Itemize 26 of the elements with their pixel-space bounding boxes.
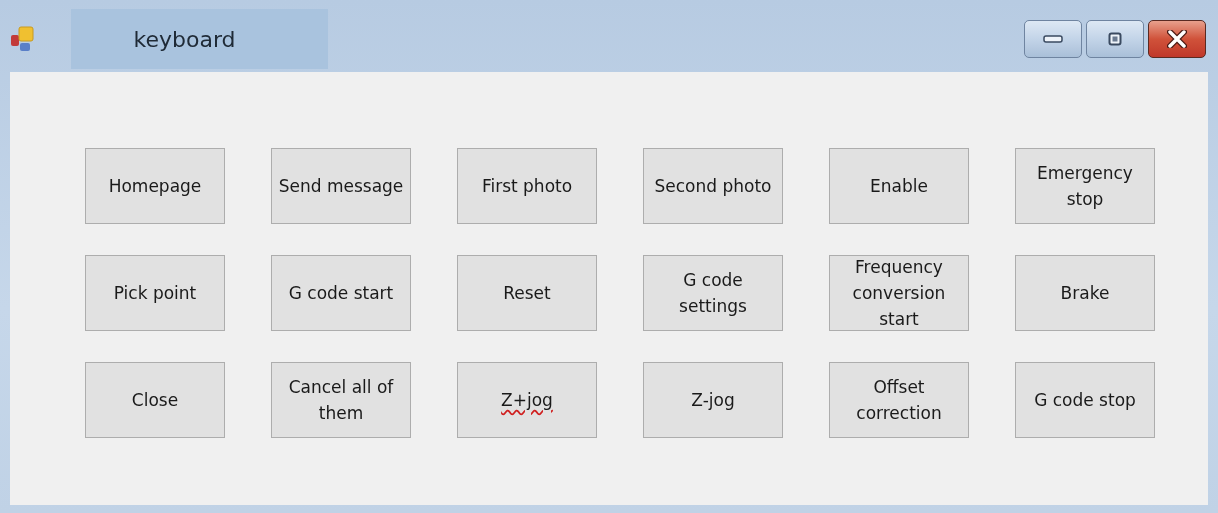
close-button[interactable] xyxy=(1148,20,1206,58)
keyboard-button[interactable]: Pick point xyxy=(85,255,225,331)
minimize-button[interactable] xyxy=(1024,20,1082,58)
maximize-button[interactable] xyxy=(1086,20,1144,58)
keyboard-button[interactable]: Offset correction xyxy=(829,362,969,438)
maximize-icon xyxy=(1108,32,1122,46)
app-icon xyxy=(10,25,36,53)
keyboard-button[interactable]: Emergency stop xyxy=(1015,148,1155,224)
keyboard-button[interactable]: Homepage xyxy=(85,148,225,224)
keyboard-button[interactable]: Z-jog xyxy=(643,362,783,438)
keyboard-button[interactable]: Frequency conversion start xyxy=(829,255,969,331)
keyboard-button[interactable]: G code settings xyxy=(643,255,783,331)
keyboard-button[interactable]: Brake xyxy=(1015,255,1155,331)
keyboard-button[interactable]: Close xyxy=(85,362,225,438)
keyboard-button[interactable]: Enable xyxy=(829,148,969,224)
keyboard-button[interactable]: Send message xyxy=(271,148,411,224)
window-title: keyboard xyxy=(133,26,236,52)
keyboard-button[interactable]: Cancel all of them xyxy=(271,362,411,438)
minimize-icon xyxy=(1043,35,1063,43)
close-icon xyxy=(1167,30,1187,48)
keyboard-button[interactable]: G code start xyxy=(271,255,411,331)
keyboard-button[interactable]: Z+jog xyxy=(457,362,597,438)
keyboard-button[interactable]: G code stop xyxy=(1015,362,1155,438)
keyboard-button[interactable]: Reset xyxy=(457,255,597,331)
keyboard-button[interactable]: Second photo xyxy=(643,148,783,224)
keyboard-button[interactable]: First photo xyxy=(457,148,597,224)
